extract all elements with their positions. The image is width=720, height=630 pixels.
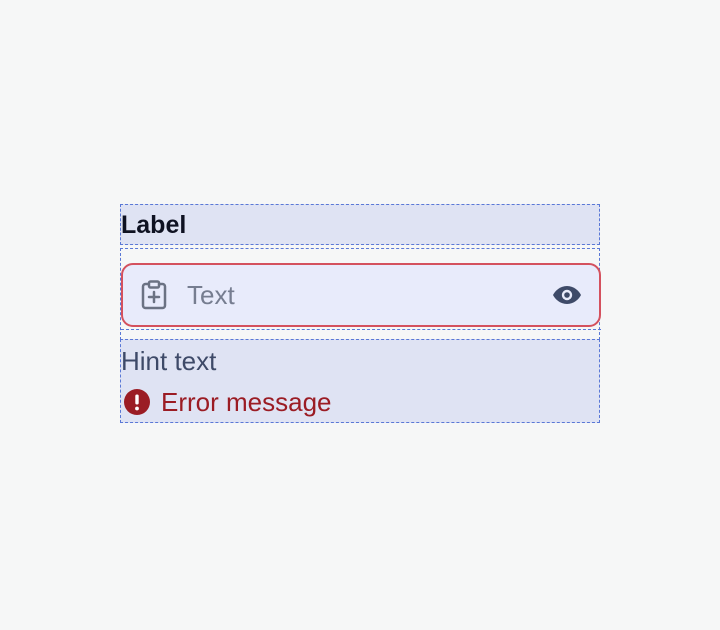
label-container: Label [120,204,600,245]
error-message: Error message [161,387,332,417]
input-container: Text [120,248,601,340]
field-label: Label [121,211,187,239]
form-field: Label Text Hint text Error message [120,204,601,423]
input-value[interactable]: Text [187,282,551,308]
error-row: Error message [121,388,599,416]
help-container: Hint text Error message [120,339,600,423]
error-circle-icon [123,388,151,416]
hint-text: Hint text [121,346,217,376]
clipboard-plus-icon [139,280,169,310]
eye-icon[interactable] [551,279,583,311]
divider [121,329,601,330]
text-input[interactable]: Text [121,263,601,327]
